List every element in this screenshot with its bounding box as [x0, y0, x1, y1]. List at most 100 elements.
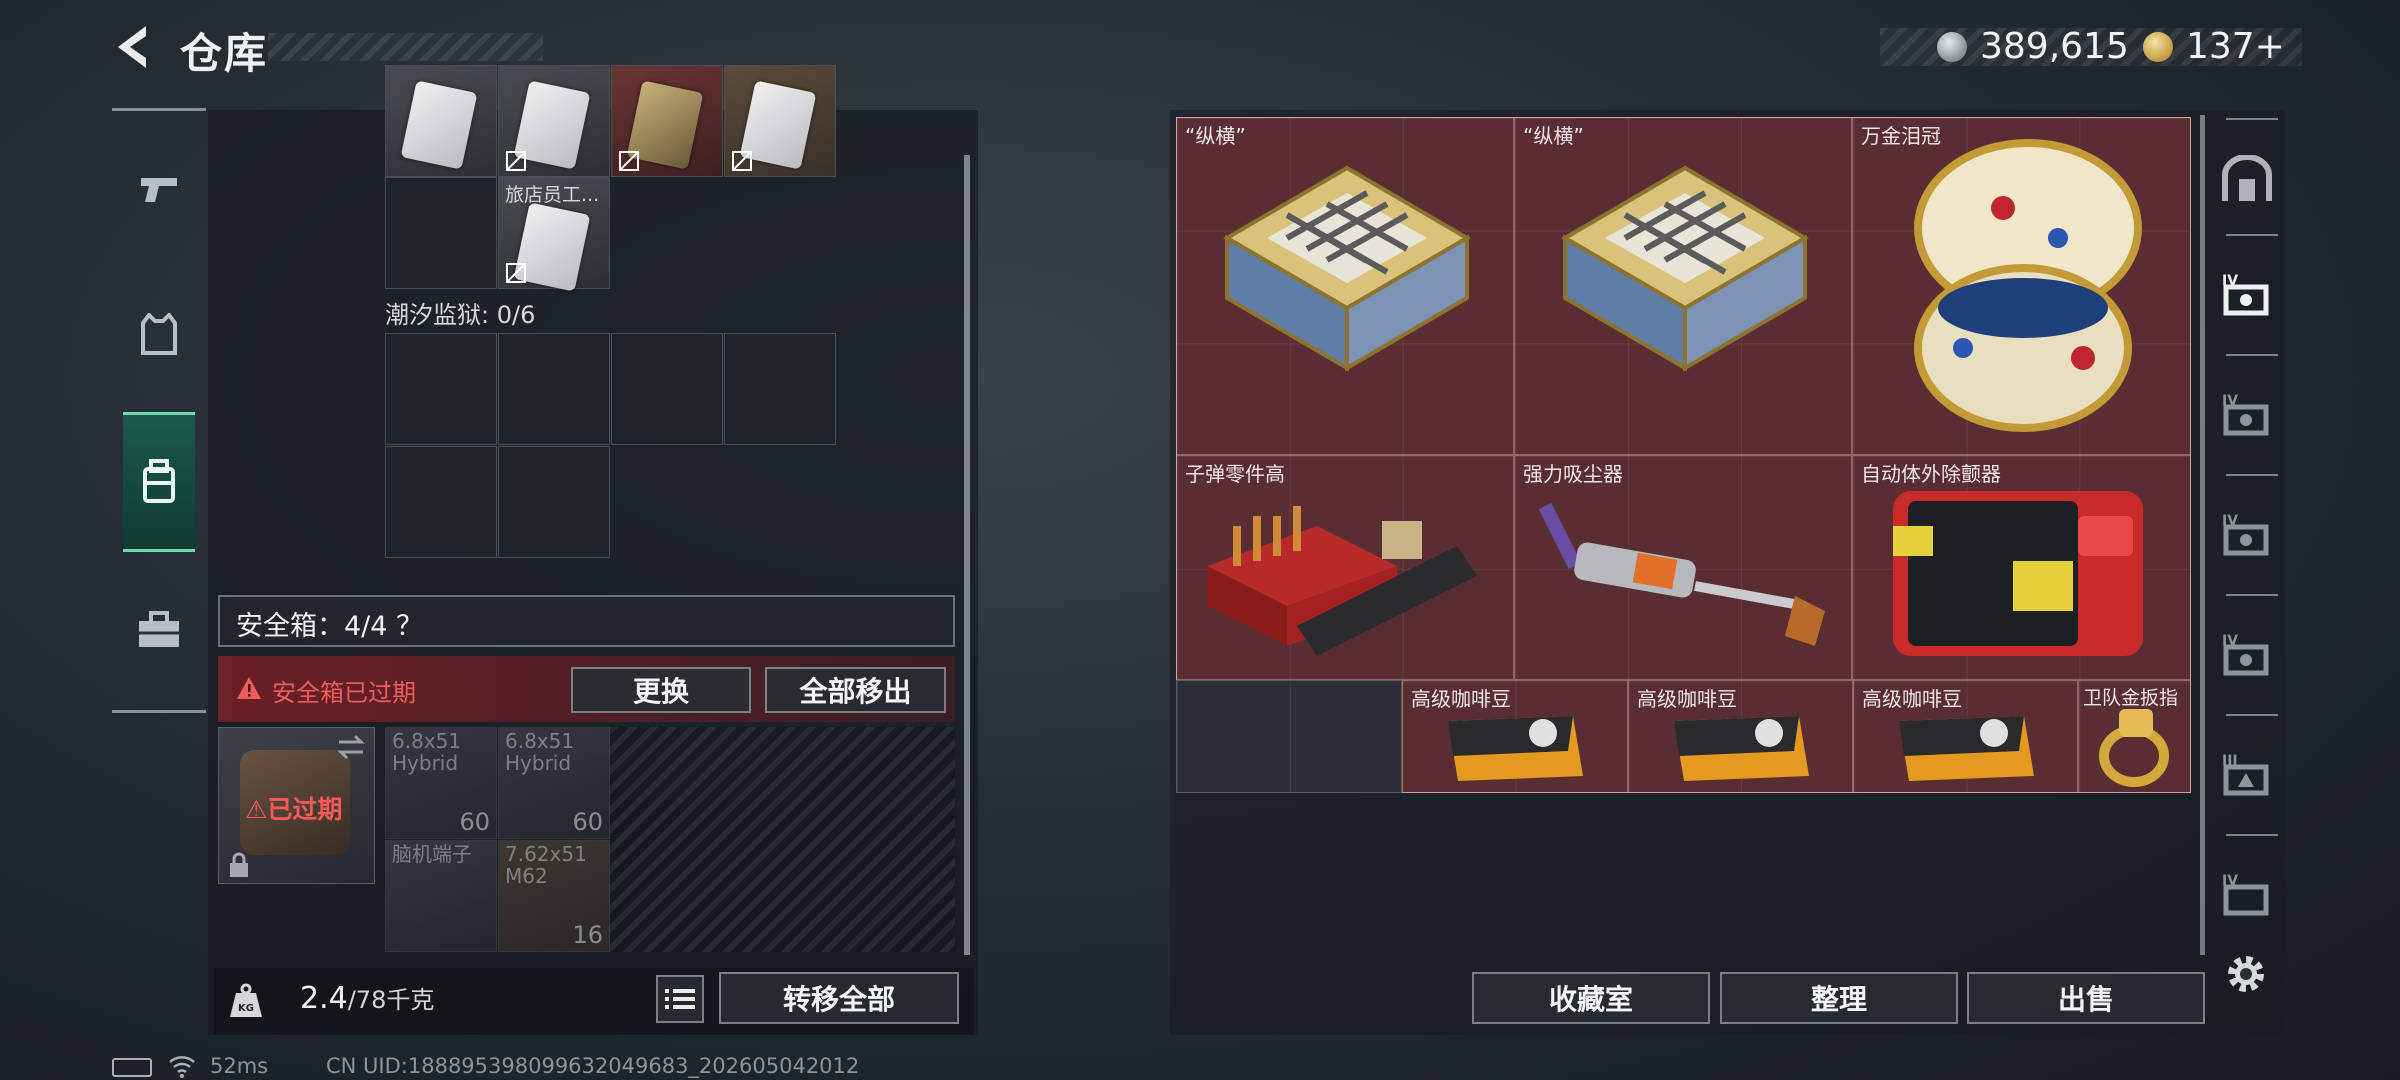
collection-item[interactable]: 子弹零件高	[1176, 455, 1514, 680]
locked-slot-area	[610, 727, 955, 952]
tab-level-4-d[interactable]: IV	[2216, 625, 2278, 683]
weight-readout: 2.4/78千克	[300, 980, 434, 1016]
sidebar-divider	[2226, 474, 2278, 476]
vault-icon	[2222, 155, 2272, 201]
ammo-slot[interactable]: 7.62x51 M62 16	[498, 840, 610, 952]
tab-level-4-b[interactable]: IV	[2216, 385, 2278, 443]
no-transfer-icon	[506, 151, 526, 171]
tab-toolbox[interactable]	[112, 570, 206, 690]
collection-item[interactable]: 高级咖啡豆	[1853, 680, 2078, 793]
level-4-container-icon: IV	[2222, 273, 2269, 316]
empty-slot[interactable]	[724, 333, 836, 445]
level-4-container-icon: IV	[2222, 633, 2269, 676]
inventory-item[interactable]: 旅店员工...	[498, 177, 610, 292]
lock-icon	[230, 852, 248, 877]
collection-room-button[interactable]: 收藏室	[1472, 972, 1710, 1024]
weight-icon: KG	[230, 983, 262, 1017]
empty-slot[interactable]	[385, 177, 497, 289]
coffee-bag-icon	[1448, 716, 1583, 781]
swap-icon[interactable]	[335, 733, 367, 761]
silver-amount: 389,615	[1980, 26, 2129, 67]
collection-item[interactable]: 卫队金扳指	[2078, 680, 2191, 793]
svg-text:KG: KG	[238, 1003, 254, 1014]
wifi-icon	[169, 1056, 195, 1078]
replace-button[interactable]: 更换	[571, 667, 751, 713]
silver-coin-icon	[1937, 32, 1967, 62]
collection-item[interactable]: 万金泪冠	[1852, 117, 2191, 455]
back-icon[interactable]	[110, 22, 160, 72]
jeweled-egg-icon	[1914, 139, 2142, 432]
empty-slot[interactable]	[498, 333, 610, 445]
tab-level-4-a[interactable]: IV	[2216, 265, 2278, 323]
sort-button[interactable]: 整理	[1720, 972, 1958, 1024]
collection-item[interactable]: “纵横”	[1176, 117, 1514, 455]
tab-level-3[interactable]: III	[2216, 745, 2278, 803]
ammo-parts-icon	[1207, 506, 1477, 656]
ammo-slot[interactable]: 6.8x51 Hybrid 60	[498, 727, 610, 839]
pistol-icon	[141, 178, 177, 202]
gold-ring-icon	[2099, 709, 2169, 787]
gold-amount[interactable]: 137+	[2186, 26, 2285, 67]
tab-storage[interactable]	[123, 412, 195, 552]
vacuum-icon	[1538, 502, 1825, 646]
collection-item[interactable]: 自动体外除颤器	[1852, 455, 2191, 680]
chess-board-icon	[1561, 165, 1809, 372]
coffee-bag-icon	[1899, 716, 2034, 781]
safebox-capacity[interactable]: 安全箱：4/4 ？	[236, 604, 423, 643]
ammo-name: 6.8x51 Hybrid	[505, 729, 575, 775]
tab-level-4-e[interactable]: IV	[2216, 865, 2278, 923]
gear-icon[interactable]	[2222, 950, 2270, 998]
empty-slot[interactable]	[498, 446, 610, 558]
expired-badge-text: 已过期	[267, 795, 343, 824]
ammo-count: 60	[459, 808, 490, 836]
sidebar-divider	[2226, 118, 2278, 120]
no-transfer-icon	[619, 151, 639, 171]
ammo-name: 7.62x51 M62	[505, 842, 587, 888]
ammo-name: 6.8x51 Hybrid	[392, 729, 462, 775]
collection-scrollbar[interactable]	[2200, 115, 2205, 955]
collection-item[interactable]: 强力吸尘器	[1514, 455, 1852, 680]
sidebar-divider	[2226, 354, 2278, 356]
collection-item[interactable]: 高级咖啡豆	[1628, 680, 1853, 793]
coffee-bag-icon	[1674, 716, 1809, 781]
empty-slot[interactable]	[385, 333, 497, 445]
inventory-scrollbar[interactable]	[964, 155, 970, 955]
empty-slot[interactable]	[385, 446, 497, 558]
empty-slot[interactable]	[611, 333, 723, 445]
tab-level-4-c[interactable]: IV	[2216, 505, 2278, 563]
list-view-button[interactable]	[656, 975, 704, 1023]
level-3-container-icon: III	[2222, 753, 2269, 796]
gold-coin-icon[interactable]	[2143, 32, 2173, 62]
tab-armor[interactable]	[112, 275, 206, 395]
no-transfer-icon	[506, 263, 526, 283]
backpack-icon	[143, 459, 175, 503]
expired-warning-text: 安全箱已过期	[272, 679, 416, 707]
prison-container-label: 潮汐监狱: 0/6	[385, 301, 536, 329]
player-uid: CN UID:188895398099632049683_20260504201…	[326, 1054, 860, 1078]
tab-collection-room[interactable]	[2216, 150, 2278, 208]
ammo-slot[interactable]: 6.8x51 Hybrid 60	[385, 727, 497, 839]
sell-button[interactable]: 出售	[1967, 972, 2205, 1024]
ammo-name: 脑机端子	[392, 842, 472, 866]
expired-badge: ⚠已过期	[245, 795, 343, 824]
level-4-container-icon: IV	[2222, 393, 2269, 436]
ping-readout: 52ms	[210, 1054, 269, 1078]
level-4-container-icon: IV	[2222, 513, 2269, 556]
aed-icon	[1893, 491, 2143, 656]
ammo-slot[interactable]: 脑机端子	[385, 840, 497, 952]
tab-weapons[interactable]	[112, 130, 206, 250]
ammo-count: 60	[572, 808, 603, 836]
collection-item[interactable]: “纵横”	[1514, 117, 1852, 455]
empty-slots[interactable]	[1176, 680, 1402, 793]
sidebar-divider	[2226, 234, 2278, 236]
sidebar-divider	[112, 108, 206, 111]
weight-value: 2.4	[300, 981, 348, 1016]
briefcase-icon	[139, 611, 179, 647]
title-decoration	[268, 33, 543, 61]
move-all-out-button[interactable]: 全部移出	[765, 667, 946, 713]
transfer-all-button[interactable]: 转移全部	[719, 972, 959, 1024]
sidebar-divider	[112, 710, 206, 713]
collection-item[interactable]: 高级咖啡豆	[1402, 680, 1628, 793]
battery-icon	[112, 1058, 152, 1077]
ammo-count: 16	[572, 921, 603, 949]
